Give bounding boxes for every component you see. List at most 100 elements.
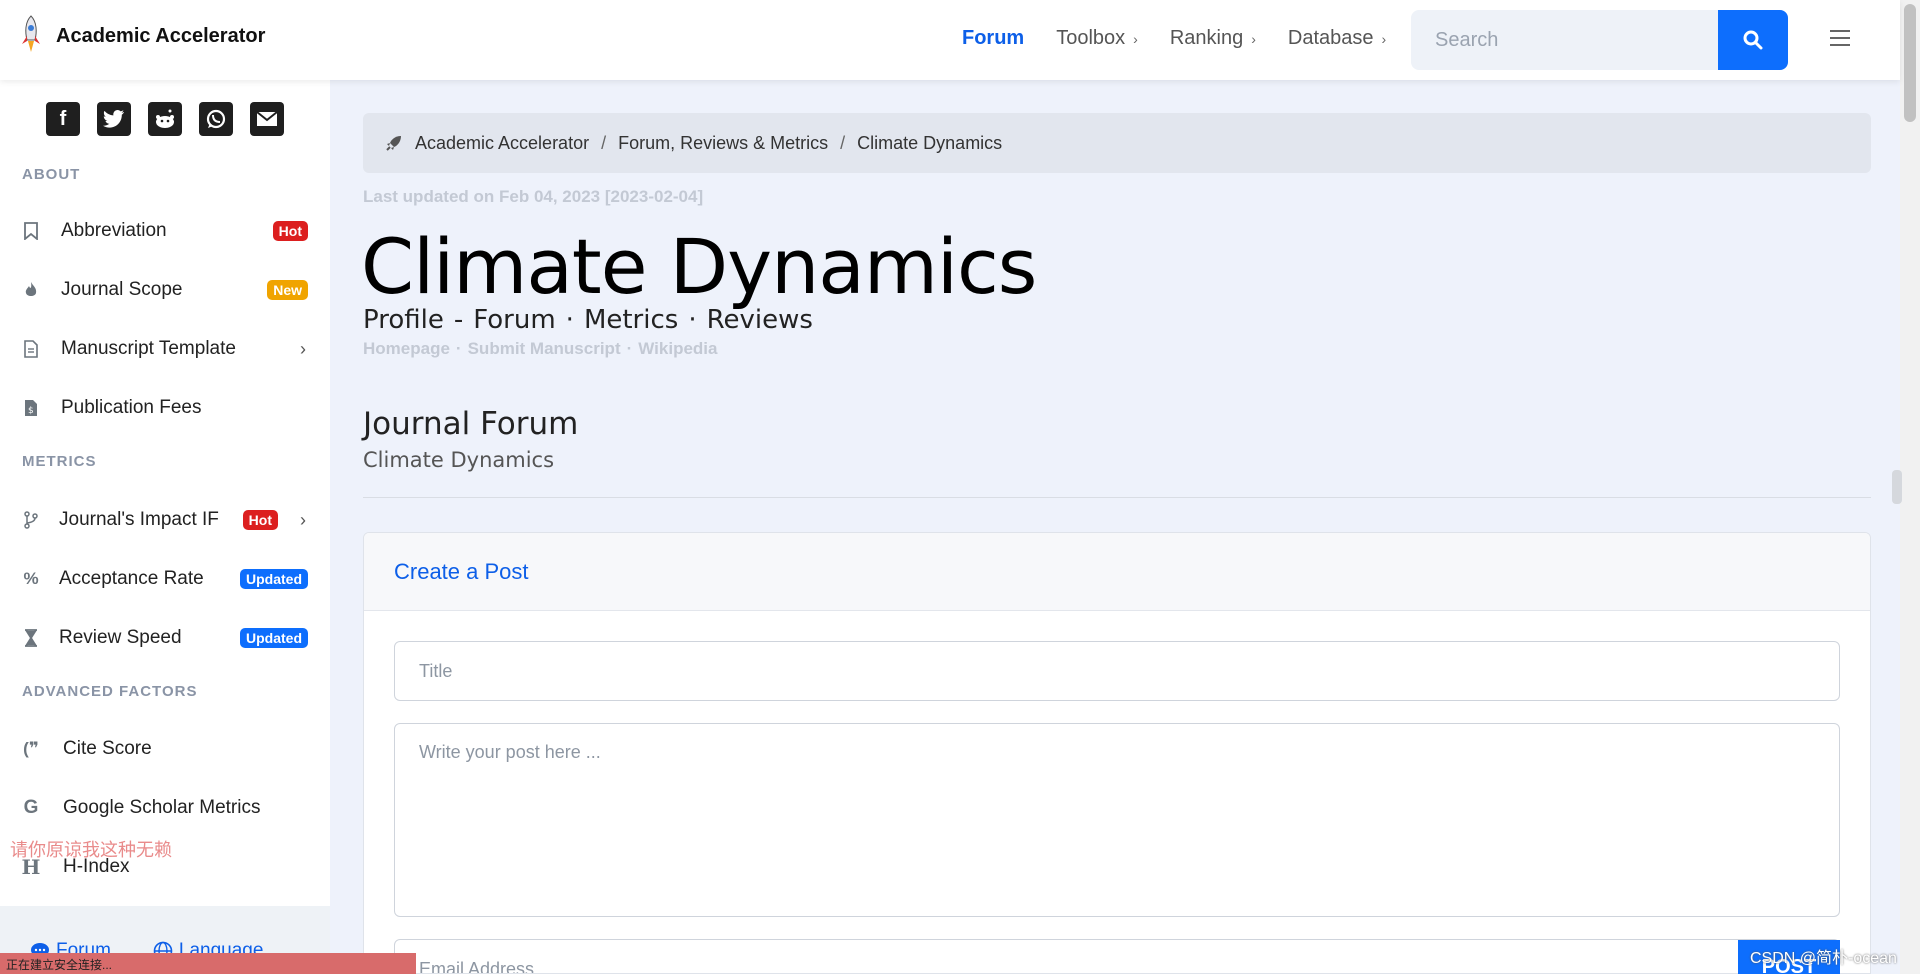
create-post-card: Create a Post: [363, 532, 1871, 974]
new-badge: New: [267, 280, 308, 300]
quote-icon: (❞: [23, 739, 39, 758]
separator-dot: ·: [688, 305, 697, 335]
chevron-right-icon: ›: [300, 509, 306, 530]
chevron-right-icon: ›: [300, 338, 306, 359]
sidebar-item-impact-if[interactable]: Journal's Impact IF Hot ›: [0, 496, 330, 544]
breadcrumb-separator: /: [840, 132, 846, 153]
subnav-metrics[interactable]: Metrics: [584, 305, 678, 335]
divider: [363, 497, 1871, 498]
social-links: f: [0, 80, 330, 136]
updated-badge: Updated: [240, 628, 308, 648]
rocket-logo-icon: [20, 14, 42, 59]
hot-badge: Hot: [242, 510, 278, 530]
updated-badge: Updated: [240, 569, 308, 589]
page-scrollbar[interactable]: [1900, 0, 1920, 974]
breadcrumb-separator: /: [601, 132, 607, 153]
forum-subheading: Climate Dynamics: [363, 448, 555, 472]
sidebar-item-review-speed[interactable]: Review Speed Updated: [0, 614, 330, 662]
sidebar-item-label: Journal Scope: [61, 279, 183, 300]
separator-dash: -: [453, 305, 464, 335]
search-button[interactable]: [1718, 10, 1788, 70]
whatsapp-icon[interactable]: [199, 102, 233, 136]
nav-ranking-label: Ranking: [1169, 27, 1244, 49]
percent-icon: %: [23, 569, 39, 588]
document-icon: [22, 339, 40, 359]
nav-toolbox[interactable]: Toolbox ›: [1056, 27, 1138, 50]
section-advanced-factors: ADVANCED FACTORS: [22, 683, 198, 700]
section-about: ABOUT: [22, 166, 81, 183]
chevron-right-icon: ›: [1251, 30, 1256, 47]
homepage-link[interactable]: Homepage: [363, 339, 450, 359]
card-header: Create a Post: [364, 533, 1870, 611]
sidebar-item-label: Review Speed: [59, 627, 182, 648]
page-scrollbar-thumb[interactable]: [1904, 4, 1916, 122]
separator-dot: ·: [626, 339, 633, 358]
journal-subnav: Profile - Forum · Metrics · Reviews: [363, 305, 813, 335]
watermark: CSDN @简朴-ocean: [1750, 950, 1897, 967]
facebook-icon[interactable]: f: [46, 102, 80, 136]
nav-toolbox-label: Toolbox: [1056, 27, 1126, 49]
external-links: Homepage · Submit Manuscript · Wikipedia: [363, 339, 717, 359]
sidebar-item-journal-scope[interactable]: Journal Scope New: [0, 266, 330, 314]
sidebar-item-label: Manuscript Template: [61, 338, 236, 359]
subnav-reviews[interactable]: Reviews: [707, 305, 813, 335]
rocket-icon: [386, 136, 401, 151]
sidebar-item-google-scholar[interactable]: G Google Scholar Metrics: [0, 784, 330, 832]
twitter-icon[interactable]: [97, 102, 131, 136]
submit-manuscript-link[interactable]: Submit Manuscript: [468, 339, 621, 359]
email-icon[interactable]: [250, 102, 284, 136]
subnav-forum[interactable]: Forum: [473, 305, 555, 335]
reddit-icon[interactable]: [148, 102, 182, 136]
status-bar: 正在建立安全连接...: [0, 953, 416, 974]
fire-icon: [22, 280, 40, 300]
menu-hamburger-icon[interactable]: [1830, 30, 1850, 51]
sidebar-item-acceptance-rate[interactable]: % Acceptance Rate Updated: [0, 555, 330, 603]
nav-database-label: Database: [1287, 27, 1374, 49]
nav-forum[interactable]: Forum: [962, 27, 1024, 50]
brand[interactable]: Academic Accelerator: [20, 14, 265, 59]
nav-ranking[interactable]: Ranking ›: [1170, 27, 1256, 50]
subnav-profile[interactable]: Profile: [363, 305, 444, 335]
invoice-icon: $: [22, 398, 40, 418]
post-title-input[interactable]: [394, 641, 1840, 701]
content-scroll-thumb[interactable]: [1892, 470, 1902, 504]
post-body-textarea[interactable]: [394, 723, 1840, 917]
hourglass-icon: [22, 628, 40, 648]
last-updated: Last updated on Feb 04, 2023 [2023-02-04…: [363, 187, 704, 206]
page-title: Climate Dynamics: [361, 222, 1037, 311]
sidebar-item-publication-fees[interactable]: $ Publication Fees: [0, 384, 330, 432]
chevron-right-icon: ›: [1381, 30, 1387, 47]
sidebar-item-label: Google Scholar Metrics: [63, 797, 261, 818]
card-title: Create a Post: [394, 558, 529, 584]
hot-badge: Hot: [272, 221, 308, 241]
brand-name: Academic Accelerator: [56, 25, 266, 47]
svg-text:$: $: [28, 406, 34, 416]
sidebar-item-cite-score[interactable]: (❞ Cite Score: [0, 725, 330, 773]
sidebar-item-manuscript-template[interactable]: Manuscript Template ›: [0, 325, 330, 373]
nav-database[interactable]: Database ›: [1288, 27, 1386, 50]
sidebar-item-label: Cite Score: [63, 738, 152, 759]
separator-dot: ·: [565, 305, 574, 335]
sidebar-item-label: Publication Fees: [61, 397, 202, 418]
breadcrumb-item[interactable]: Forum, Reviews & Metrics: [618, 133, 828, 154]
forum-heading: Journal Forum: [363, 406, 579, 442]
google-icon: G: [23, 797, 39, 818]
overlay-text: 请你原谅我这种无赖: [10, 840, 172, 860]
search-input[interactable]: [1411, 10, 1718, 70]
wikipedia-link[interactable]: Wikipedia: [638, 339, 717, 359]
breadcrumb-current: Climate Dynamics: [857, 132, 1003, 153]
chevron-right-icon: ›: [1133, 30, 1138, 47]
email-input[interactable]: [394, 939, 1840, 973]
sidebar-item-label: Acceptance Rate: [59, 568, 204, 589]
main-nav: Forum Toolbox › Ranking › Database ›: [962, 27, 1386, 50]
section-metrics: METRICS: [22, 453, 97, 470]
search-icon: [1743, 30, 1763, 50]
branch-icon: [22, 510, 40, 530]
separator-dot: ·: [455, 339, 462, 358]
top-navbar: Academic Accelerator Forum Toolbox › Ran…: [0, 0, 1900, 80]
nav-forum-label: Forum: [962, 27, 1025, 49]
breadcrumb-item[interactable]: Academic Accelerator: [415, 133, 589, 154]
bookmark-icon: [22, 221, 40, 241]
sidebar-item-abbreviation[interactable]: Abbreviation Hot: [0, 207, 330, 255]
sidebar-item-label: Journal's Impact IF: [59, 509, 219, 530]
